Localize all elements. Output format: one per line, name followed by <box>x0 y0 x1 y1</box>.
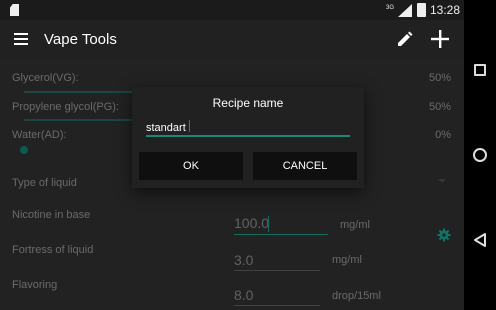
ok-button[interactable]: OK <box>139 152 243 180</box>
recipe-name-dialog: Recipe name OK CANCEL <box>132 87 364 188</box>
battery-icon <box>417 3 426 17</box>
status-time: 13:28 <box>430 3 461 17</box>
system-nav-bar <box>464 0 496 310</box>
app-bar: Vape Tools <box>0 20 464 59</box>
gear-icon[interactable] <box>437 228 451 242</box>
dialog-text-cursor <box>189 120 190 132</box>
cancel-button[interactable]: CANCEL <box>253 152 357 180</box>
triangle-back-icon[interactable] <box>472 232 488 248</box>
signal-icon: 3G <box>386 4 412 17</box>
pencil-icon[interactable] <box>394 28 416 50</box>
status-bar: 3G 13:28 <box>0 0 464 20</box>
hamburger-menu-icon[interactable] <box>10 28 32 50</box>
plus-icon[interactable] <box>428 27 452 51</box>
square-recents-icon[interactable] <box>474 64 486 76</box>
app-title: Vape Tools <box>44 31 117 48</box>
dialog-title: Recipe name <box>212 96 284 110</box>
recipe-name-underline <box>146 135 350 137</box>
circle-home-icon[interactable] <box>473 148 487 162</box>
sim-card-icon <box>10 4 19 16</box>
svg-text:3G: 3G <box>386 5 394 11</box>
